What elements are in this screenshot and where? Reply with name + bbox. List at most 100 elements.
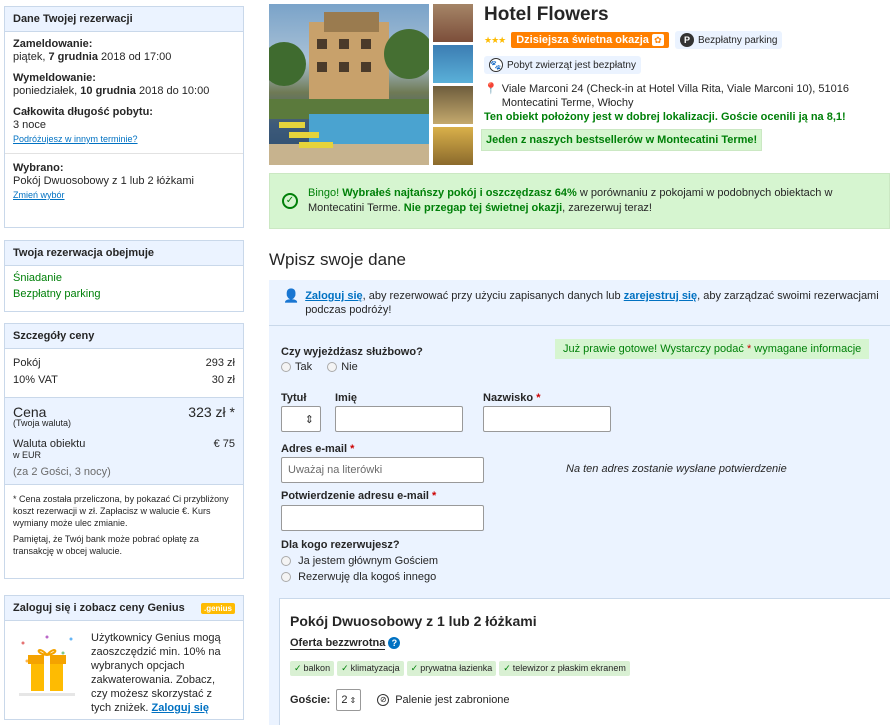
pets-badge: 🐾 Pobyt zwierząt jest bezpłatny [484,56,641,74]
business-yes-radio[interactable] [281,362,291,373]
includes-header: Twoja rezerwacja obejmuje [5,241,243,266]
user-icon: 👤 [283,288,300,303]
last-name-input[interactable] [483,406,611,432]
location-pin-icon: 📍 [484,83,498,95]
selected-label: Wybrano: [13,162,64,174]
genius-badge: .genius [200,602,235,614]
other-dates-link[interactable]: Podróżujesz w innym terminie? [13,134,138,144]
price-row-room: Pokój 293 zł [13,357,235,369]
change-selection-link[interactable]: Zmień wybór [13,190,65,200]
guests-select[interactable]: 2 ⇕ [336,689,362,711]
genius-box: Zaloguj się i zobacz ceny Genius .genius… [4,595,244,720]
hotel-address: Viale Marconi 24 (Check-in at Hotel Vill… [501,83,849,109]
no-smoking-text: Palenie jest zabronione [395,694,510,706]
hotel-thumb-3[interactable] [433,86,473,124]
business-yes-label: Tak [295,361,313,373]
hotel-badges-row: ★★★ Dzisiejsza świetna okazja ✿ P Bezpłat… [484,31,783,49]
email-label: Adres e-mail * [281,443,355,455]
booking-details-header: Dane Twojej rezerwacji [5,7,243,32]
genius-header: Zaloguj się i zobacz ceny Genius [13,602,185,614]
facility-tag: ✓ telewizor z płaskim ekranem [499,661,630,676]
price-note-1: * Cena została przeliczona, by pokazać C… [13,494,229,528]
bestseller-note: Jeden z naszych bestsellerów w Montecati… [481,129,763,151]
parking-badge: P Bezpłatny parking [674,31,783,49]
include-parking: Bezpłatny parking [13,288,101,300]
price-details-box: Szczegóły ceny Pokój 293 zł 10% VAT 30 zł … [4,323,244,579]
includes-box: Twoja rezerwacja obejmuje Śniadanie Bezp… [4,240,244,312]
first-name-input[interactable] [335,406,463,432]
business-trip-question: Czy wyjeżdżasz służbowo? [281,346,423,358]
guests-note: (za 2 Gości, 3 nocy) [13,466,111,478]
offer-label: Oferta bezzwrotna [290,637,386,650]
info-icon[interactable]: ? [388,637,401,649]
no-smoking-icon: ⊘ [377,694,390,706]
signin-text: Zaloguj się, aby rezerwować przy użyciu … [305,290,879,316]
hotel-thumb-1[interactable] [433,4,473,42]
facility-tag: ✓ balkon [290,661,335,676]
business-no-label: Nie [341,361,358,373]
facility-tag: ✓ klimatyzacja [337,661,404,676]
someone-else-radio[interactable] [281,572,291,583]
title-select[interactable]: ⇕ [281,406,321,432]
email-hint: Na ten adres zostanie wysłane potwierdze… [566,463,787,475]
title-label: Tytuł [281,392,307,404]
checkin-label: Zameldowanie: [13,38,93,50]
gift-icon [13,631,81,701]
property-currency-value: € 75 [213,438,235,450]
business-trip-options: Tak Nie [281,361,358,373]
hotel-name: Hotel Flowers [484,4,609,25]
pets-badge-wrap: 🐾 Pobyt zwierząt jest bezpłatny [484,56,641,74]
hotel-thumb-2[interactable] [433,45,473,83]
checkout-value: poniedziałek, 10 grudnia 2018 do 10:00 [13,85,210,97]
paw-icon: 🐾 [489,58,503,72]
facility-tag: ✓ prywatna łazienka [406,661,497,676]
address-row: 📍 Viale Marconi 24 (Check-in at Hotel Vi… [484,82,864,110]
signin-row: 👤 Zaloguj się, aby rezerwować przy użyci… [283,289,883,317]
main-guest-radio[interactable] [281,556,291,567]
location-note: Ten obiekt położony jest w dobrej lokali… [484,111,846,123]
include-breakfast: Śniadanie [13,272,62,284]
last-name-label: Nazwisko * [483,392,541,404]
almost-done-note: Już prawie gotowe! Wystarczy podać * wym… [555,339,870,359]
star-rating-icon: ★★★ [484,34,506,45]
deal-icon: ✿ [651,34,664,46]
for-whom-question: Dla kogo rezerwujesz? [281,539,400,551]
checkin-value: piątek, 7 grudnia 2018 od 17:00 [13,51,172,63]
room-card: Pokój Dwuosobowy z 1 lub 2 łóżkami Ofert… [279,598,890,725]
signin-link[interactable]: Zaloguj się [305,290,362,302]
genius-signin-link[interactable]: Zaloguj się [152,702,209,714]
bingo-banner: ✓ Bingo! Wybrałeś najtańszy pokój i oszc… [269,173,890,229]
email-input[interactable]: Uważaj na literówki [281,457,484,483]
first-name-label: Imię [335,392,358,404]
someone-else-option[interactable]: Rezerwuję dla kogoś innego [281,571,436,583]
confirm-email-label: Potwierdzenie adresu e-mail * [281,490,437,502]
guest-form-panel: 👤 Zaloguj się, aby rezerwować przy użyci… [269,280,890,725]
room-title: Pokój Dwuosobowy z 1 lub 2 łóżkami [290,613,537,629]
stay-length-label: Całkowita długość pobytu: [13,106,153,118]
checkout-label: Wymeldowanie: [13,72,96,84]
offer-row: Oferta bezzwrotna ? [290,637,401,650]
confirm-email-input[interactable] [281,505,484,531]
price-note-2: Pamiętaj, że Twój bank może pobrać opłat… [13,534,199,556]
genius-text-block: Użytkownicy Genius mogą zaoszczędzić min… [91,631,231,715]
facilities-row: ✓ balkon ✓ klimatyzacja ✓ prywatna łazienka ✓ t… [290,661,633,676]
bingo-text: Bingo! Wybrałeś najtańszy pokój i oszczę… [308,187,833,214]
price-header: Szczegóły ceny [5,324,243,349]
price-total-block: Cena 323 zł * (Twoja waluta) Waluta obiek… [5,397,243,484]
form-title: Wpisz swoje dane [269,250,407,269]
price-total-value: 323 zł * [188,404,235,420]
deal-badge: Dzisiejsza świetna okazja ✿ [511,32,669,48]
selected-room: Pokój Dwuosobowy z 1 lub 2 łóżkami [13,175,194,187]
guests-label: Goście: [290,694,331,706]
register-link[interactable]: zarejestruj się [624,290,697,302]
business-no-radio[interactable] [327,362,338,373]
hotel-main-photo[interactable] [269,4,429,165]
booking-details-box: Dane Twojej rezerwacji Zameldowanie: pią… [4,6,244,228]
hotel-thumb-4[interactable] [433,127,473,165]
parking-icon: P [679,33,694,47]
guests-row: Goście: 2 ⇕ ⊘ Palenie jest zabronione [290,689,510,711]
main-guest-option[interactable]: Ja jestem głównym Gościem [281,555,438,567]
price-row-vat: 10% VAT 30 zł [13,374,235,386]
check-circle-icon: ✓ [282,193,298,209]
stay-length-value: 3 noce [13,119,47,131]
